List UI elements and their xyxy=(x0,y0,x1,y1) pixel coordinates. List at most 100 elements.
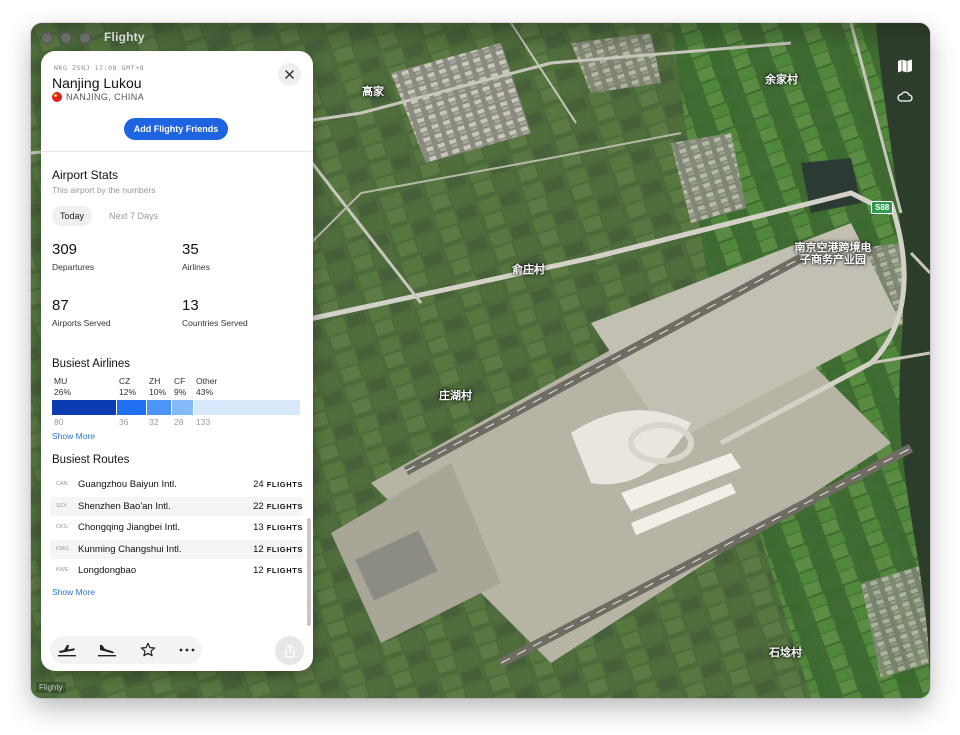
airline-count-cz: 36 xyxy=(119,417,129,427)
route-count-unit: FLIGHTS xyxy=(266,523,303,532)
route-row[interactable]: KMG Kunming Changshui Intl. 12 FLIGHTS xyxy=(50,539,303,559)
route-code: SZX xyxy=(56,502,67,509)
more-button[interactable] xyxy=(175,640,199,660)
airport-codes: NKG ZSNJ 17:08 GMT+8 xyxy=(54,64,145,72)
star-icon xyxy=(140,642,156,657)
airport-city: NANJING, CHINA xyxy=(66,92,145,102)
airline-label-cf: CF 9% xyxy=(174,376,187,397)
route-destination: Chongqing Jiangbei Intl. xyxy=(78,522,180,533)
route-code: CAN xyxy=(56,481,68,487)
airlines-show-more-link[interactable]: Show More xyxy=(52,431,95,441)
weather-layer-button[interactable] xyxy=(890,81,920,111)
airlines-value: 35 xyxy=(182,241,199,258)
route-flight-count: 13 FLIGHTS xyxy=(253,522,303,533)
route-count-unit: FLIGHTS xyxy=(266,480,303,489)
route-flight-count: 12 FLIGHTS xyxy=(253,544,303,555)
map-label-village: 俞庄村 xyxy=(512,264,545,276)
countries-served-label: Countries Served xyxy=(182,318,248,328)
busiest-routes-title: Busiest Routes xyxy=(52,454,130,466)
airports-served-value: 87 xyxy=(52,297,69,314)
airport-stats-title: Airport Stats xyxy=(52,168,119,182)
airline-count-zh: 32 xyxy=(149,417,159,427)
route-count-value: 13 xyxy=(253,522,264,533)
route-destination: Guangzhou Baiyun Intl. xyxy=(78,479,177,490)
route-row[interactable]: CAN Guangzhou Baiyun Intl. 24 FLIGHTS xyxy=(50,475,303,494)
route-count-value: 12 xyxy=(253,543,264,555)
tab-next-7-days[interactable]: Next 7 Days xyxy=(101,206,166,226)
map-label-port-park: 南京空港跨境电子商务产业园 xyxy=(794,242,872,266)
departures-value: 309 xyxy=(52,241,78,258)
busiest-airlines-title: Busiest Airlines xyxy=(52,358,130,370)
route-destination: Shenzhen Bao'an Intl. xyxy=(78,500,171,512)
zoom-window-button[interactable] xyxy=(79,32,91,44)
route-row[interactable]: CKG Chongqing Jiangbei Intl. 13 FLIGHTS xyxy=(50,518,303,537)
route-code: CKG xyxy=(56,524,68,530)
airport-panel: NKG ZSNJ 17:08 GMT+8 Nanjing Lukou NANJI… xyxy=(41,51,313,671)
close-panel-button[interactable] xyxy=(278,63,301,86)
airlines-label: Airlines xyxy=(182,262,210,272)
airline-label-other: Other 43% xyxy=(196,376,218,397)
airport-stats-subtitle: This airport by the numbers xyxy=(52,185,156,195)
tab-today[interactable]: Today xyxy=(52,206,93,226)
map-style-button[interactable] xyxy=(890,51,920,81)
share-button[interactable] xyxy=(275,636,304,665)
close-icon xyxy=(285,70,294,79)
route-count-value: 24 xyxy=(253,479,264,490)
route-count-value: 22 xyxy=(253,500,264,512)
map-label-yujiacun: 余家村 xyxy=(765,74,798,86)
close-window-button[interactable] xyxy=(41,32,53,44)
route-count-unit: FLIGHTS xyxy=(266,501,303,511)
route-flight-count: 24 FLIGHTS xyxy=(253,479,303,490)
cloud-icon xyxy=(897,90,913,102)
app-title: Flighty xyxy=(104,30,145,44)
highway-shield: S88 xyxy=(871,201,894,214)
route-count-value: 12 xyxy=(253,565,264,576)
airports-served-label: Airports Served xyxy=(52,318,111,328)
route-row[interactable]: SZX Shenzhen Bao'an Intl. 22 FLIGHTS xyxy=(50,496,303,516)
departures-button[interactable] xyxy=(55,640,79,660)
airline-bar-cf[interactable] xyxy=(172,400,193,415)
route-row[interactable]: KWE Longdongbao 12 FLIGHTS xyxy=(50,561,303,580)
departure-plane-icon xyxy=(58,645,76,657)
departures-label: Departures xyxy=(52,262,95,272)
map-label-shixiancun: 石埝村 xyxy=(769,647,802,659)
airline-count-cf: 28 xyxy=(174,417,184,427)
route-code: KMG xyxy=(56,545,69,552)
arrivals-button[interactable] xyxy=(95,640,119,660)
map-label-gaojia: 高家 xyxy=(362,86,384,98)
divider xyxy=(41,151,313,152)
route-count-unit: FLIGHTS xyxy=(266,544,303,554)
minimize-window-button[interactable] xyxy=(60,32,72,44)
routes-show-more-link[interactable]: Show More xyxy=(52,587,95,597)
route-code: KWE xyxy=(56,567,69,573)
airline-bar-other[interactable] xyxy=(194,400,300,415)
ellipsis-icon xyxy=(179,648,195,652)
airline-label-cz: CZ 12% xyxy=(119,376,137,397)
arrival-plane-icon xyxy=(98,645,116,657)
airport-location: NANJING, CHINA xyxy=(52,92,144,102)
panel-scrollbar[interactable] xyxy=(307,518,311,626)
airline-count-other: 133 xyxy=(196,417,211,427)
route-destination: Kunming Changshui Intl. xyxy=(78,543,182,555)
countries-served-value: 13 xyxy=(182,297,199,314)
airport-name: Nanjing Lukou xyxy=(52,75,142,91)
window-titlebar: Flighty xyxy=(31,23,930,51)
airline-bar-cz[interactable] xyxy=(117,400,146,415)
map-label-zhuanghucun: 庄湖村 xyxy=(439,390,472,402)
panel-toolbar xyxy=(50,636,202,664)
share-icon xyxy=(284,643,295,658)
route-count-unit: FLIGHTS xyxy=(266,566,303,575)
airline-bar-zh[interactable] xyxy=(147,400,171,415)
airline-label-zh: ZH 10% xyxy=(149,376,167,397)
map-watermark: Flighty xyxy=(36,682,66,693)
route-flight-count: 12 FLIGHTS xyxy=(253,565,303,576)
china-flag-icon xyxy=(52,92,62,102)
map-icon xyxy=(898,59,912,73)
route-flight-count: 22 FLIGHTS xyxy=(253,501,303,512)
airline-bar-mu[interactable] xyxy=(52,400,116,415)
airline-label-mu: MU 26% xyxy=(54,376,72,397)
airline-count-mu: 80 xyxy=(54,417,64,427)
add-flighty-friends-button[interactable]: Add Flighty Friends xyxy=(124,118,228,140)
route-destination: Longdongbao xyxy=(78,565,137,576)
favorite-button[interactable] xyxy=(136,640,160,660)
